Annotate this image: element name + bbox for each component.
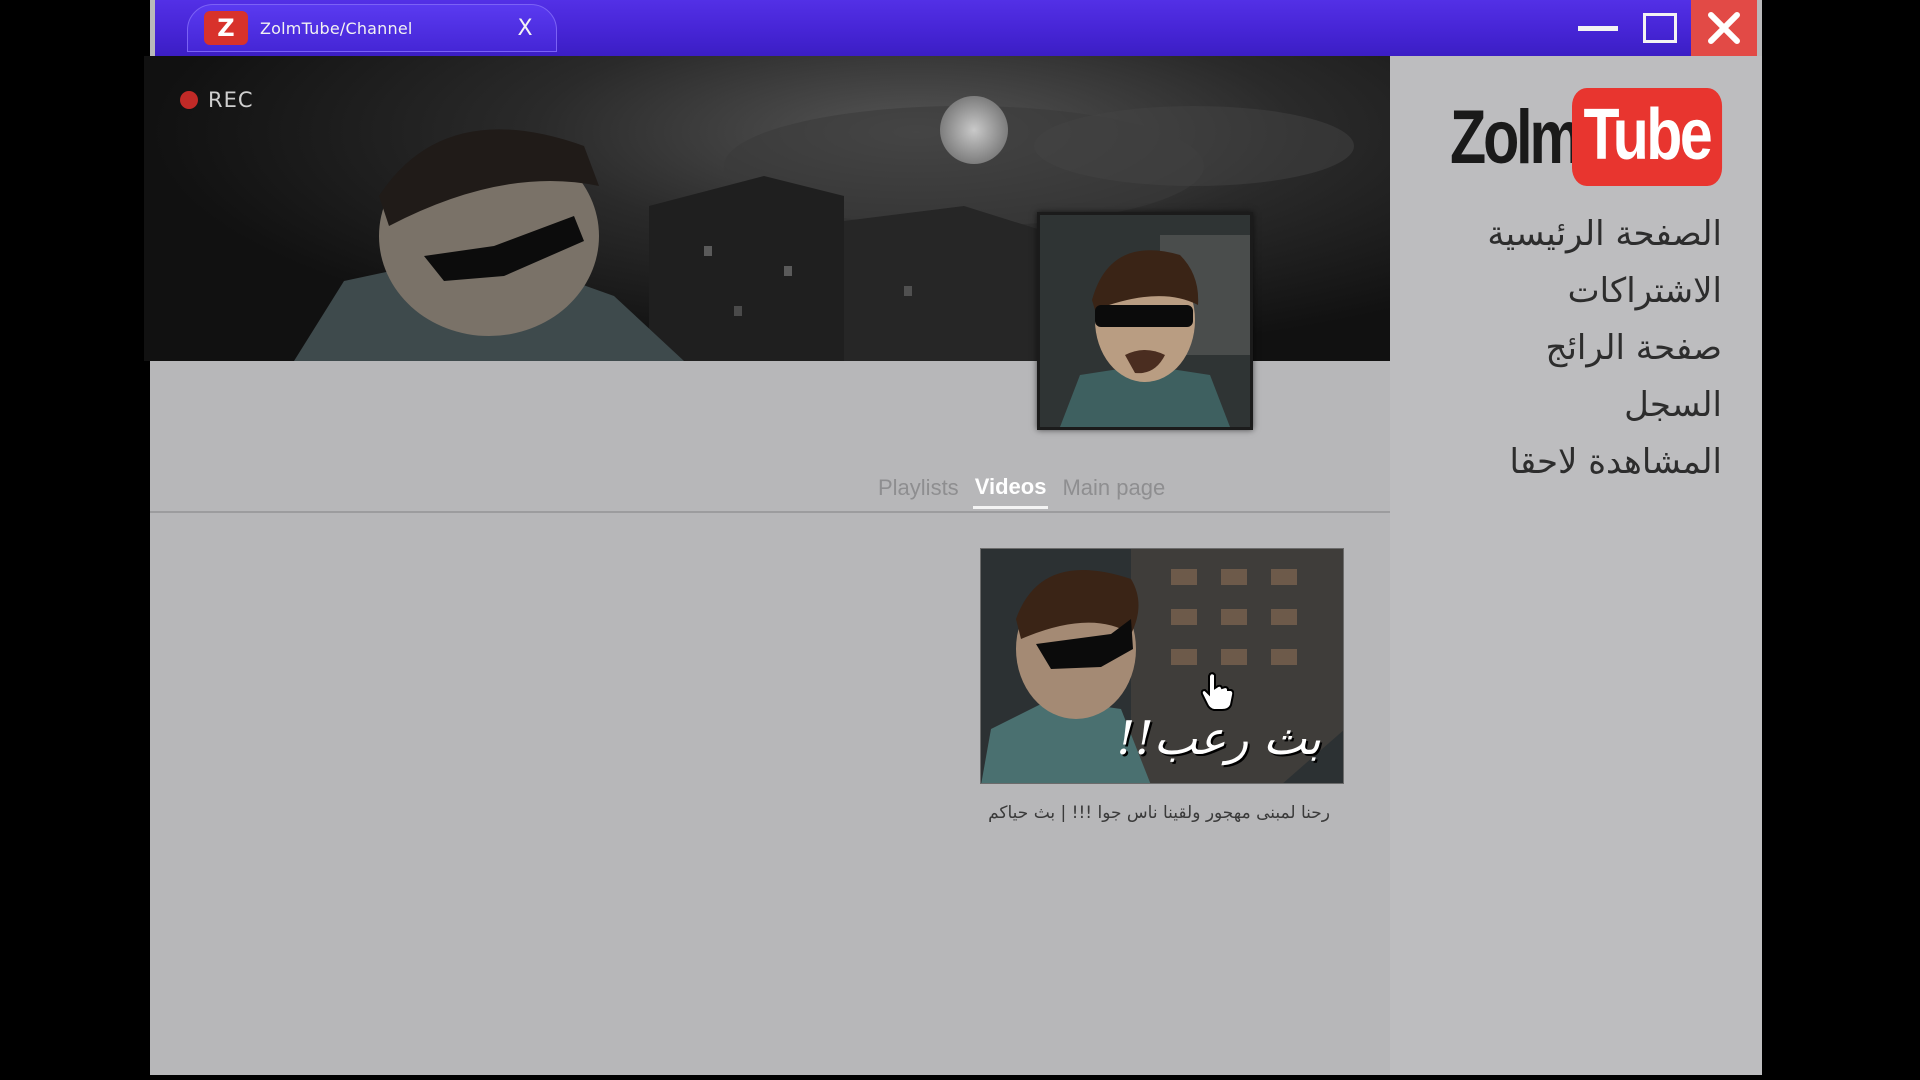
tab-playlists[interactable]: Playlists (876, 475, 961, 507)
sidebar-item-subscriptions[interactable]: الاشتراكات (1487, 263, 1722, 320)
window-controls (1567, 0, 1757, 56)
maximize-button[interactable] (1629, 0, 1691, 56)
title-bar: Z ZolmTube/Channel X (155, 0, 1757, 56)
tab-videos[interactable]: Videos (972, 474, 1049, 509)
maximize-icon (1643, 13, 1677, 43)
video-title[interactable]: رحنا لمبنى مهجور ولقينا ناس جوا !!! | بث… (980, 796, 1330, 830)
avatar-image (1040, 215, 1250, 427)
sidebar-item-history[interactable]: السجل (1487, 377, 1722, 434)
channel-content: REC Playlists Videos Main page بث رعب!! … (144, 56, 1390, 1075)
tab-main-page[interactable]: Main page (1060, 475, 1167, 507)
logo-text-zolm: Zolm (1450, 94, 1582, 180)
minimize-icon (1578, 25, 1618, 31)
sidebar-item-home[interactable]: الصفحة الرئيسية (1487, 206, 1722, 263)
sidebar-item-trending[interactable]: صفحة الرائج (1487, 320, 1722, 377)
hand-cursor-icon (1200, 672, 1234, 711)
browser-window: Z ZolmTube/Channel X REC Playlists Video… (144, 0, 1762, 1075)
moon-icon (940, 96, 1008, 164)
record-dot-icon (180, 91, 198, 109)
minimize-button[interactable] (1567, 0, 1629, 56)
channel-tabs-bar: Playlists Videos Main page (150, 471, 1390, 513)
video-card[interactable]: بث رعب!! رحنا لمبنى مهجور ولقينا ناس جوا… (980, 548, 1344, 830)
channel-tabs: Playlists Videos Main page (876, 471, 1167, 511)
browser-tab[interactable]: Z ZolmTube/Channel X (187, 4, 557, 52)
rec-indicator: REC (180, 88, 254, 112)
tab-close-icon[interactable]: X (508, 11, 542, 45)
zolmtube-logo[interactable]: Zolm Tube (1450, 88, 1754, 186)
logo-text-tube: Tube (1571, 88, 1722, 186)
tab-title: ZolmTube/Channel (260, 18, 413, 38)
sidebar-nav: الصفحة الرئيسية الاشتراكات صفحة الرائج ا… (1487, 206, 1722, 491)
rec-label: REC (208, 88, 254, 112)
video-thumbnail[interactable]: بث رعب!! (980, 548, 1344, 784)
sidebar: Zolm Tube الصفحة الرئيسية الاشتراكات صفح… (1390, 56, 1762, 1075)
channel-avatar[interactable] (1037, 212, 1253, 430)
thumbnail-caption: بث رعب!! (1116, 711, 1321, 765)
close-window-button[interactable] (1691, 0, 1757, 56)
close-icon (1708, 12, 1740, 44)
zolmtube-favicon-icon: Z (204, 11, 248, 45)
sidebar-item-watch-later[interactable]: المشاهدة لاحقا (1487, 434, 1722, 491)
